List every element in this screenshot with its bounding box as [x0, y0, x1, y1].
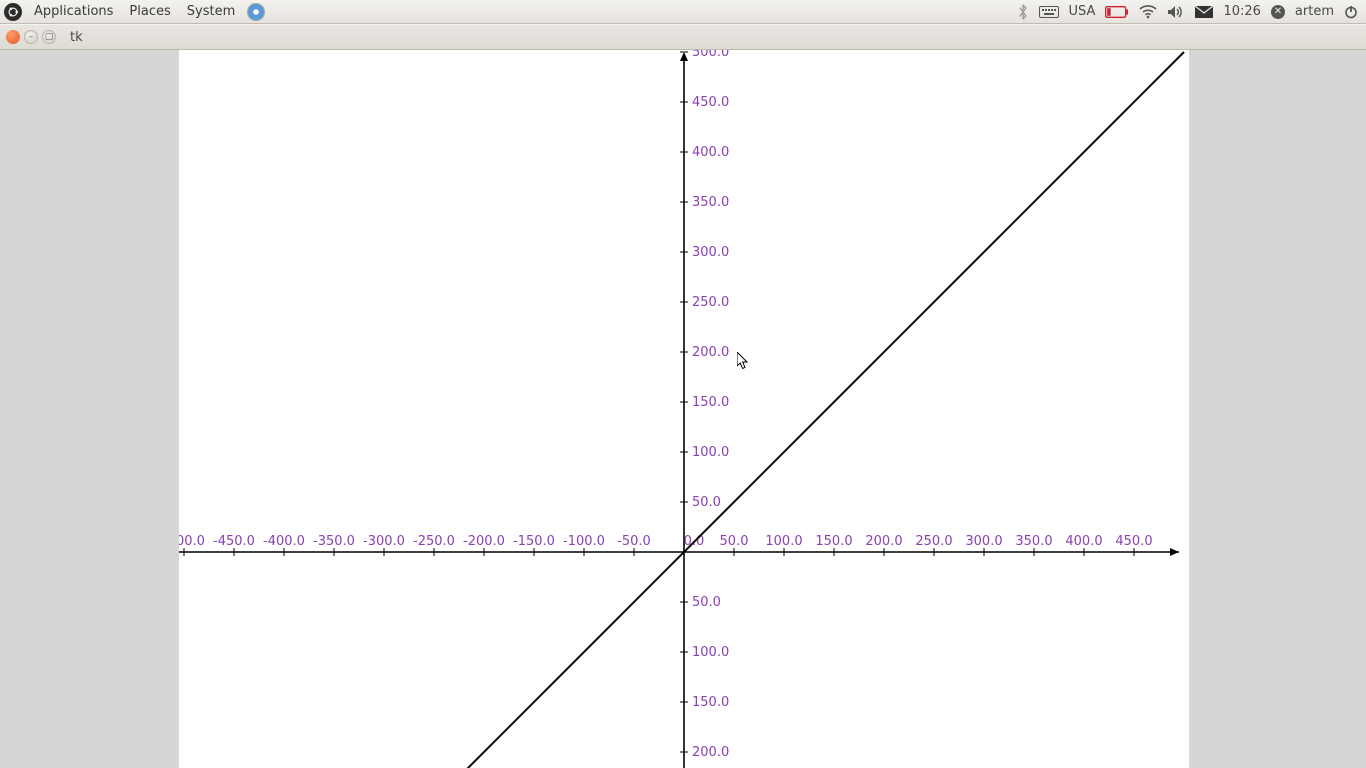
- user-label[interactable]: artem: [1295, 4, 1334, 19]
- svg-text:-350.0: -350.0: [313, 534, 355, 549]
- window-title: tk: [70, 30, 83, 45]
- svg-text:-450.0: -450.0: [213, 534, 255, 549]
- svg-text:250.0: 250.0: [692, 295, 729, 310]
- panel-left: Applications Places System: [0, 0, 265, 24]
- wifi-icon[interactable]: [1139, 5, 1157, 19]
- svg-text:-250.0: -250.0: [413, 534, 455, 549]
- svg-text:50.0: 50.0: [720, 534, 749, 549]
- svg-text:-50.0: -50.0: [617, 534, 651, 549]
- volume-icon[interactable]: [1167, 5, 1185, 19]
- svg-text:100.0: 100.0: [692, 445, 729, 460]
- mail-icon[interactable]: [1195, 6, 1213, 18]
- svg-text:-100.0: -100.0: [563, 534, 605, 549]
- svg-text:-200.0: -200.0: [463, 534, 505, 549]
- keyboard-layout-label[interactable]: USA: [1069, 4, 1096, 19]
- svg-text:-300.0: -300.0: [363, 534, 405, 549]
- plot-svg: -500.0 -450.0 -400.0 -350.0 -300.0 -250.0 -200…: [179, 50, 1189, 768]
- clock-label[interactable]: 10:26: [1223, 4, 1260, 19]
- svg-text:150.0: 150.0: [692, 395, 729, 410]
- ubuntu-logo-icon[interactable]: [4, 3, 22, 21]
- window-titlebar[interactable]: – ▢ tk: [0, 24, 1366, 50]
- panel-right: USA 10:26 ✕ artem: [1017, 4, 1366, 20]
- power-icon[interactable]: [1344, 5, 1358, 19]
- window-maximize-button[interactable]: ▢: [42, 30, 56, 44]
- menu-applications[interactable]: Applications: [26, 0, 121, 24]
- svg-text:100.0: 100.0: [692, 645, 729, 660]
- bluetooth-icon[interactable]: [1017, 4, 1029, 20]
- svg-text:450.0: 450.0: [1115, 534, 1152, 549]
- svg-text:200.0: 200.0: [692, 345, 729, 360]
- svg-text:150.0: 150.0: [815, 534, 852, 549]
- keyboard-icon[interactable]: [1039, 6, 1059, 18]
- svg-text:150.0: 150.0: [692, 695, 729, 710]
- svg-text:100.0: 100.0: [765, 534, 802, 549]
- svg-text:350.0: 350.0: [692, 195, 729, 210]
- svg-text:400.0: 400.0: [1065, 534, 1102, 549]
- menu-places[interactable]: Places: [121, 0, 178, 24]
- gnome-top-panel: Applications Places System USA 10:26 ✕ a…: [0, 0, 1366, 24]
- user-status-icon[interactable]: ✕: [1271, 5, 1285, 19]
- window-close-button[interactable]: [6, 30, 20, 44]
- svg-text:200.0: 200.0: [865, 534, 902, 549]
- svg-text:200.0: 200.0: [692, 745, 729, 760]
- window-minimize-button[interactable]: –: [24, 30, 38, 44]
- svg-text:-400.0: -400.0: [263, 534, 305, 549]
- plot-canvas[interactable]: -500.0 -450.0 -400.0 -350.0 -300.0 -250.0 -200…: [179, 50, 1189, 768]
- svg-text:50.0: 50.0: [692, 495, 721, 510]
- svg-text:250.0: 250.0: [915, 534, 952, 549]
- chromium-launcher-icon[interactable]: [247, 3, 265, 21]
- svg-text:-500.0: -500.0: [179, 534, 205, 549]
- svg-text:500.0: 500.0: [692, 50, 729, 60]
- svg-text:350.0: 350.0: [1015, 534, 1052, 549]
- battery-icon[interactable]: [1105, 6, 1129, 18]
- window-client-area: -500.0 -450.0 -400.0 -350.0 -300.0 -250.0 -200…: [3, 50, 1363, 768]
- svg-text:300.0: 300.0: [692, 245, 729, 260]
- svg-text:400.0: 400.0: [692, 145, 729, 160]
- svg-text:450.0: 450.0: [692, 95, 729, 110]
- svg-text:300.0: 300.0: [965, 534, 1002, 549]
- menu-system[interactable]: System: [179, 0, 243, 24]
- svg-text:50.0: 50.0: [692, 595, 721, 610]
- svg-text:-150.0: -150.0: [513, 534, 555, 549]
